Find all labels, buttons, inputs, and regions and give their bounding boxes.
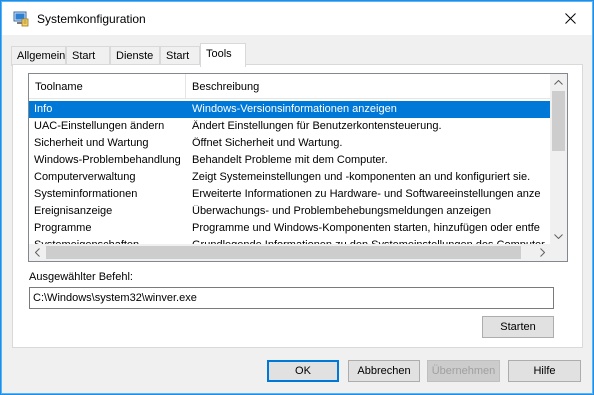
tab-boot[interactable]: Start [66,46,110,66]
tool-description-cell: Windows-Versionsinformationen anzeigen [192,103,397,115]
tool-description-cell: Öffnet Sicherheit und Wartung. [192,137,343,149]
tool-description-cell: Ändert Einstellungen für Benutzerkontens… [192,120,442,132]
msconfig-icon [13,11,29,27]
tool-name-cell: Programme [34,222,92,234]
msconfig-window: Systemkonfiguration Allgemein Start Dien… [0,0,594,395]
scroll-down-button[interactable] [550,228,567,245]
tab-services[interactable]: Dienste [110,46,160,66]
close-button[interactable] [548,2,592,34]
chevron-up-icon [554,80,563,85]
tool-description-cell: Behandelt Probleme mit dem Computer. [192,154,388,166]
scrollbar-corner [550,244,567,261]
title-bar[interactable]: Systemkonfiguration [2,2,592,35]
chevron-down-icon [554,234,563,239]
horizontal-scrollbar[interactable] [29,244,551,261]
tab-tools[interactable]: Tools [200,43,246,67]
tool-description-cell: Überwachungs- und Problembehebungsmeldun… [192,205,492,217]
tool-name-cell: Info [34,103,53,115]
tool-description-cell: Erweiterte Informationen zu Hardware- un… [192,188,541,200]
tool-name-cell: Sicherheit und Wartung [34,137,149,149]
tab-startup[interactable]: Start [160,46,200,66]
chevron-left-icon [35,248,40,257]
selected-command-label: Ausgewählter Befehl: [29,271,133,283]
vertical-scroll-thumb[interactable] [552,91,565,151]
tool-name-cell: Computerverwaltung [34,171,136,183]
list-item[interactable]: Sicherheit und Wartung Öffnet Sicherheit … [29,135,551,152]
column-header-toolname[interactable]: Toolname [29,74,186,99]
list-item[interactable]: Programme Programme und Windows-Komponent… [29,220,551,237]
tool-description-cell: Programme und Windows-Komponenten starte… [192,222,540,234]
list-header: Toolname Beschreibung [29,74,551,99]
tool-description-cell: Zeigt Systemeinstellungen und -komponent… [192,171,531,183]
window-title: Systemkonfiguration [37,12,146,26]
tool-name-cell: UAC-Einstellungen ändern [34,120,165,132]
scroll-up-button[interactable] [550,74,567,91]
list-item[interactable]: Info Windows-Versionsinformationen anzeig… [29,101,551,118]
list-item[interactable]: UAC-Einstellungen ändern Ändert Einstellu… [29,118,551,135]
list-rows: Info Windows-Versionsinformationen anzeig… [29,101,551,245]
ok-button[interactable]: OK [267,360,339,382]
list-item[interactable]: Computerverwaltung Zeigt Systemeinstellun… [29,169,551,186]
list-item[interactable]: Systeminformationen Erweiterte Informatio… [29,186,551,203]
chevron-right-icon [540,248,545,257]
cancel-button[interactable]: Abbrechen [348,360,420,382]
tools-list[interactable]: Toolname Beschreibung Info Windows-Versio… [28,73,568,262]
tool-name-cell: Ereignisanzeige [34,205,113,217]
tab-general[interactable]: Allgemein [11,46,66,66]
list-item[interactable]: Ereignisanzeige Überwachungs- und Problem… [29,203,551,220]
close-icon [564,12,576,24]
vertical-scrollbar[interactable] [550,74,567,245]
apply-button: Übernehmen [427,360,500,382]
horizontal-scroll-thumb[interactable] [46,246,521,259]
scroll-left-button[interactable] [29,244,46,261]
help-button[interactable]: Hilfe [508,360,581,382]
scroll-right-button[interactable] [534,244,551,261]
tool-name-cell: Windows-Problembehandlung [34,154,181,166]
tools-panel: Toolname Beschreibung Info Windows-Versio… [12,64,583,348]
tool-name-cell: Systeminformationen [34,188,138,200]
selected-command-field[interactable]: C:\Windows\system32\winver.exe [29,287,554,309]
column-header-description[interactable]: Beschreibung [186,74,551,99]
start-tool-button[interactable]: Starten [482,316,554,338]
list-item[interactable]: Windows-Problembehandlung Behandelt Probl… [29,152,551,169]
